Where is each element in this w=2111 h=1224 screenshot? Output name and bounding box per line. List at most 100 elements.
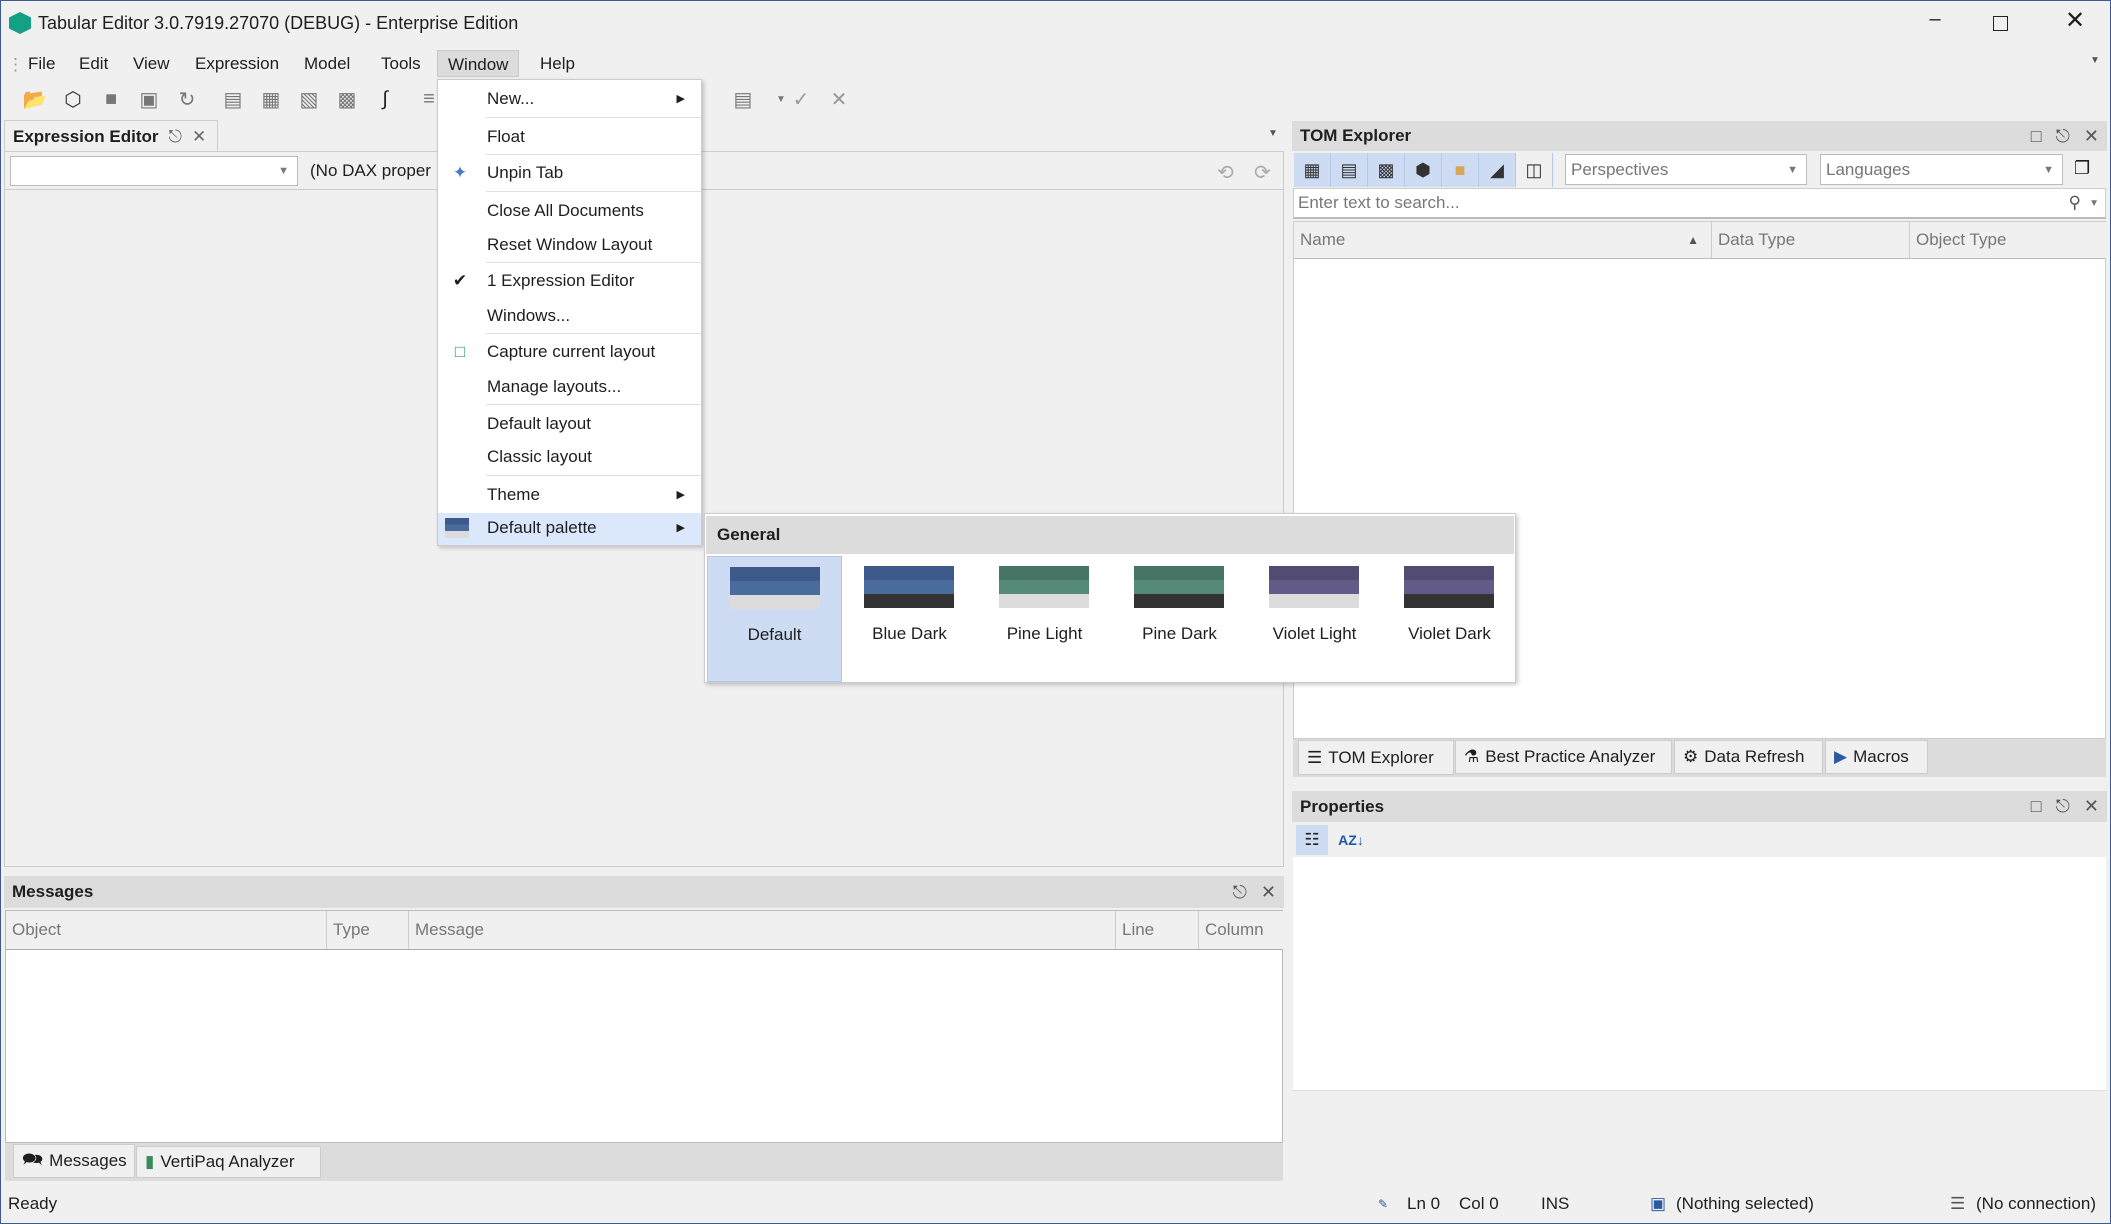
forward-icon[interactable]: ⟳ xyxy=(1254,160,1271,185)
palette-option[interactable]: Pine Dark xyxy=(1112,556,1247,682)
new-query-icon[interactable]: ▧ xyxy=(296,86,322,112)
column-data-type[interactable]: Data Type xyxy=(1712,222,1910,258)
search-dropdown-icon[interactable]: ▼ xyxy=(2089,198,2099,209)
text-edit-icon: ✎ xyxy=(1378,1197,1389,1211)
tab-data-refresh[interactable]: ⚙ Data Refresh xyxy=(1674,740,1823,774)
palette-option[interactable]: Violet Light xyxy=(1247,556,1382,682)
tom-search-input[interactable]: Enter text to search... ⚲ ▼ xyxy=(1293,188,2106,219)
close-icon[interactable]: ✕ xyxy=(192,127,206,147)
hierarchy-icon[interactable]: ▩ xyxy=(1368,153,1405,187)
calculator-icon[interactable]: ▦ xyxy=(1294,153,1331,187)
minimize-button[interactable]: – xyxy=(1920,8,1950,38)
tab-best-practice-analyzer[interactable]: ⚗ Best Practice Analyzer xyxy=(1455,740,1672,774)
menu-item-expression-editor[interactable]: ✔ 1 Expression Editor xyxy=(438,266,701,296)
close-icon[interactable]: ✕ xyxy=(2084,796,2099,817)
back-icon[interactable]: ⟲ xyxy=(1217,160,1234,185)
column-object-type[interactable]: Object Type xyxy=(1910,222,2106,258)
new-pivot-icon[interactable]: ▦ xyxy=(258,86,284,112)
palette-option[interactable]: Violet Dark xyxy=(1382,556,1517,682)
folder-icon[interactable]: ■ xyxy=(1442,153,1479,187)
submenu-arrow-icon: ▶ xyxy=(676,522,685,534)
cube-icon[interactable]: ⬢ xyxy=(1405,153,1442,187)
tab-macros[interactable]: ▶ Macros xyxy=(1825,740,1928,774)
column-message[interactable]: Message xyxy=(409,911,1116,949)
menu-item-reset-window-layout[interactable]: Reset Window Layout xyxy=(438,230,701,260)
maximize-icon[interactable]: □ xyxy=(2031,796,2042,817)
save-all-icon[interactable]: ▣ xyxy=(136,86,162,112)
menu-item-theme[interactable]: Theme ▶ xyxy=(438,480,701,510)
palette-label: Violet Light xyxy=(1272,624,1357,643)
languages-dropdown[interactable]: Languages ▼ xyxy=(1820,154,2063,185)
tab-messages[interactable]: 🗪 Messages xyxy=(13,1144,135,1178)
tab-tom-explorer[interactable]: ☰ TOM Explorer xyxy=(1298,740,1454,775)
column-column[interactable]: Column xyxy=(1199,911,1283,949)
pin-icon[interactable]: ⎋ xyxy=(168,127,181,147)
refresh-icon[interactable]: ↻ xyxy=(174,86,200,112)
dax-property-label[interactable]: (No DAX proper xyxy=(310,161,431,181)
pin-icon[interactable]: ⎋ xyxy=(1233,882,1247,903)
menu-window[interactable]: Window xyxy=(437,50,520,77)
column-type[interactable]: Type xyxy=(327,911,409,949)
sort-alphabetical-icon[interactable]: AZ↓ xyxy=(1336,825,1366,855)
diagram-icon[interactable]: ▩ xyxy=(334,86,360,112)
pin-icon[interactable]: ⎋ xyxy=(2056,796,2070,817)
deploy-icon[interactable]: ▤ xyxy=(730,86,756,112)
menu-view[interactable]: View xyxy=(127,50,176,77)
menu-item-default-layout[interactable]: Default layout xyxy=(438,409,701,439)
save-icon[interactable]: ■ xyxy=(98,86,124,112)
palette-option[interactable]: Blue Dark xyxy=(842,556,977,682)
open-model-icon[interactable]: ⬡ xyxy=(60,86,86,112)
cancel-icon[interactable]: ✕ xyxy=(826,86,852,112)
messages-grid[interactable]: Object Type Message Line Column xyxy=(5,910,1283,1143)
close-window-button[interactable]: ✕ xyxy=(2060,6,2090,36)
menu-item-windows[interactable]: Windows... xyxy=(438,301,701,331)
server-icon: ☰ xyxy=(1950,1194,1966,1213)
column-name[interactable]: Name ▲ xyxy=(1294,222,1712,258)
menu-item-capture-label: Capture current layout xyxy=(487,342,656,361)
menu-item-unpin-label: Unpin Tab xyxy=(487,163,564,182)
document-list-dropdown-icon[interactable]: ▼ xyxy=(1268,128,1278,139)
table-icon[interactable]: ▤ xyxy=(1331,153,1368,187)
menu-item-classic-layout[interactable]: Classic layout xyxy=(438,442,701,472)
menu-model[interactable]: Model xyxy=(298,50,356,77)
menu-item-manage-layouts[interactable]: Manage layouts... xyxy=(438,372,701,402)
script-icon[interactable]: ∫ xyxy=(372,86,398,112)
maximize-icon[interactable]: □ xyxy=(2031,126,2042,147)
column-line[interactable]: Line xyxy=(1116,911,1199,949)
menu-item-unpin-tab[interactable]: ✦ Unpin Tab xyxy=(438,158,701,188)
measure-icon[interactable]: ◢ xyxy=(1479,153,1516,187)
categorized-icon[interactable]: ☷ xyxy=(1296,825,1328,855)
expression-editor-tab[interactable]: Expression Editor ⎋ ✕ xyxy=(4,120,218,152)
palette-label: Blue Dark xyxy=(872,624,947,643)
search-icon[interactable]: ⚲ xyxy=(2069,193,2081,213)
tab-vertipaq-analyzer[interactable]: ▮ VertiPaq Analyzer xyxy=(136,1146,321,1178)
palette-option[interactable]: Default xyxy=(707,556,842,682)
menu-expression[interactable]: Expression xyxy=(189,50,285,77)
menu-item-close-all-documents[interactable]: Close All Documents xyxy=(438,196,701,226)
gears-icon: ⚙ xyxy=(1683,747,1699,766)
accept-icon[interactable]: ✓ xyxy=(788,86,814,112)
close-icon[interactable]: ✕ xyxy=(2084,126,2099,147)
new-document-icon[interactable]: ▤ xyxy=(220,86,246,112)
menu-item-new-label: New... xyxy=(487,89,535,108)
object-combo[interactable]: ▼ xyxy=(10,156,298,186)
columns-icon[interactable]: ◫ xyxy=(1516,153,1553,187)
close-icon[interactable]: ✕ xyxy=(1261,882,1276,903)
menu-tools[interactable]: Tools xyxy=(375,50,427,77)
windows-icon[interactable]: ❐ xyxy=(2074,158,2090,179)
menu-help[interactable]: Help xyxy=(534,50,581,77)
menu-item-new[interactable]: New... ▶ xyxy=(438,84,701,114)
pin-icon[interactable]: ⎋ xyxy=(2056,126,2070,147)
maximize-button[interactable] xyxy=(1993,16,2008,31)
menu-edit[interactable]: Edit xyxy=(73,50,114,77)
menu-item-float[interactable]: Float xyxy=(438,122,701,152)
menu-file[interactable]: File xyxy=(22,50,61,77)
palette-option[interactable]: Pine Light xyxy=(977,556,1112,682)
menu-item-default-palette[interactable]: Default palette ▶ xyxy=(438,513,701,545)
menu-overflow-icon[interactable]: ▼ xyxy=(2090,55,2100,66)
property-grid[interactable] xyxy=(1293,857,2106,1091)
menu-item-capture-layout[interactable]: □ Capture current layout xyxy=(438,337,701,367)
open-icon[interactable]: 📂 xyxy=(22,86,48,112)
column-object[interactable]: Object xyxy=(6,911,327,949)
perspectives-dropdown[interactable]: Perspectives ▼ xyxy=(1565,154,1807,185)
